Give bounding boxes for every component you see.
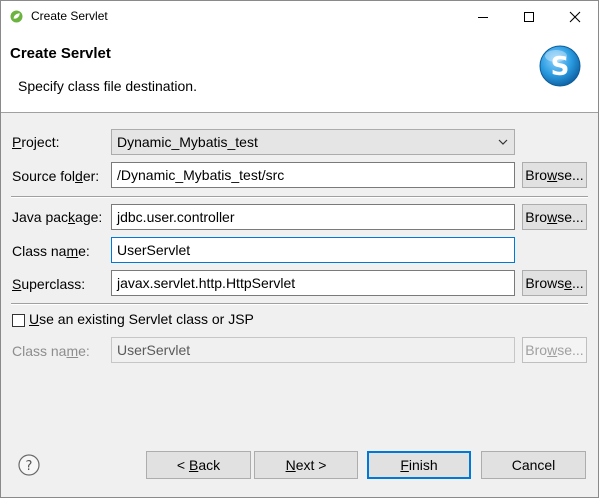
close-button[interactable] [552, 1, 598, 32]
separator [11, 196, 588, 198]
banner-description: Specify class file destination. [18, 78, 197, 94]
maximize-button[interactable] [506, 1, 552, 32]
class-name-input[interactable]: UserServlet [111, 237, 515, 263]
existing-class-name-input: UserServlet [111, 337, 515, 363]
existing-class-name-label: Class name: [12, 343, 90, 359]
cancel-button[interactable]: Cancel [481, 451, 586, 479]
superclass-input[interactable]: javax.servlet.http.HttpServlet [111, 270, 515, 296]
existing-class-browse-button: Browse... [522, 337, 587, 363]
spring-leaf-icon [10, 10, 23, 23]
java-package-input[interactable]: jdbc.user.controller [111, 204, 515, 230]
next-button[interactable]: Next > [254, 451, 358, 479]
chevron-down-icon [498, 139, 508, 145]
use-existing-label[interactable]: Use an existing Servlet class or JSP [29, 311, 254, 327]
finish-button[interactable]: Finish [367, 451, 471, 479]
banner-title: Create Servlet [10, 45, 111, 62]
help-icon[interactable]: ? [18, 454, 40, 476]
close-icon [569, 11, 581, 22]
minimize-button[interactable] [460, 1, 506, 32]
svg-text:S: S [551, 52, 570, 82]
project-label: Project: [12, 134, 60, 150]
separator [11, 303, 588, 305]
source-folder-browse-button[interactable]: Browse... [522, 162, 587, 188]
java-package-label: Java package: [12, 209, 103, 225]
class-name-label: Class name: [12, 243, 90, 259]
project-value: Dynamic_Mybatis_test [117, 134, 258, 150]
superclass-browse-button[interactable]: Browse... [522, 270, 587, 296]
superclass-label: Superclass: [12, 276, 86, 292]
spring-s-logo-icon: S [539, 45, 581, 87]
create-servlet-dialog: Create Servlet Create Servlet Specify cl… [0, 0, 599, 498]
source-folder-input[interactable]: /Dynamic_Mybatis_test/src [111, 162, 515, 188]
java-package-browse-button[interactable]: Browse... [522, 204, 587, 230]
title-bar: Create Servlet [1, 1, 598, 32]
svg-text:?: ? [26, 459, 33, 474]
window-title: Create Servlet [31, 9, 108, 23]
wizard-banner: Create Servlet Specify class file destin… [1, 32, 598, 113]
minimize-icon [478, 16, 488, 18]
use-existing-checkbox[interactable] [12, 314, 25, 327]
maximize-icon [524, 11, 534, 22]
back-button[interactable]: < Back [146, 451, 251, 479]
source-folder-label: Source folder: [12, 168, 100, 184]
project-combo[interactable]: Dynamic_Mybatis_test [111, 129, 515, 155]
